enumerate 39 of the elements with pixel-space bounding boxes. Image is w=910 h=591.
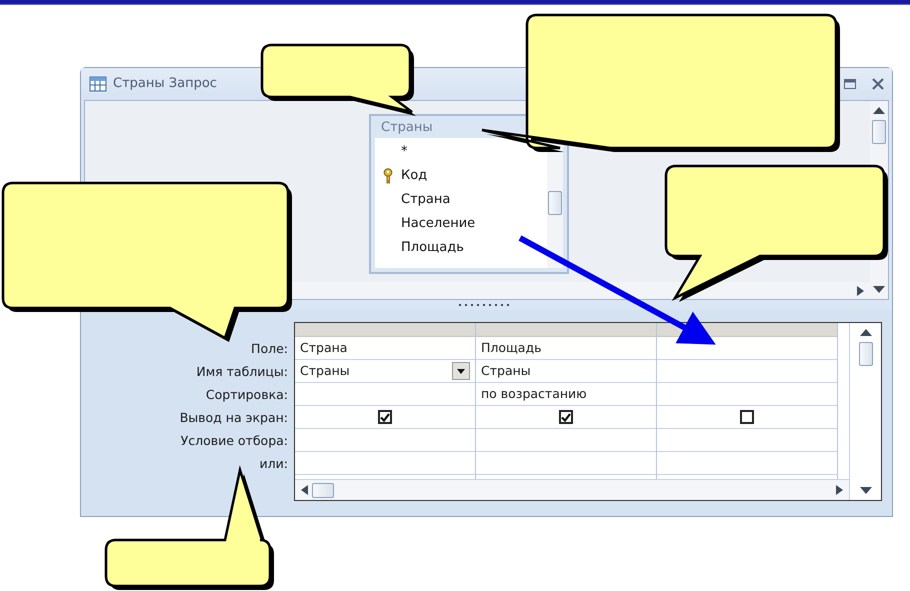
field-name[interactable]: Площадь bbox=[401, 238, 464, 258]
row-label: или: bbox=[260, 455, 288, 473]
caret-icon[interactable] bbox=[457, 368, 465, 374]
checkbox[interactable] bbox=[378, 410, 392, 424]
maximize-icon[interactable] bbox=[844, 79, 856, 89]
table-title: Страны bbox=[380, 119, 434, 137]
scroll-down-icon[interactable] bbox=[873, 286, 885, 293]
row-label: Условие отбора: bbox=[180, 432, 288, 450]
table-field-list[interactable]: Страны * Код Страна Население Площадь bbox=[369, 114, 569, 274]
grid-cell[interactable]: Площадь bbox=[476, 337, 656, 360]
scroll-thumb[interactable] bbox=[858, 342, 872, 366]
window-title: Страны Запрос bbox=[113, 75, 217, 94]
field-name[interactable]: Население bbox=[401, 214, 476, 234]
scroll-left-icon[interactable] bbox=[301, 485, 308, 495]
scrollbar[interactable] bbox=[295, 479, 849, 500]
checkbox[interactable] bbox=[740, 410, 754, 424]
checkbox[interactable] bbox=[559, 410, 573, 424]
row-label: Имя таблицы: bbox=[196, 363, 288, 381]
scroll-right-icon[interactable] bbox=[857, 286, 864, 296]
row-label: Поле: bbox=[251, 340, 288, 358]
query-icon bbox=[89, 76, 107, 92]
scroll-up-icon[interactable] bbox=[860, 329, 872, 336]
field-name[interactable]: Код bbox=[401, 166, 428, 186]
grid-cell[interactable]: Страна bbox=[295, 337, 475, 360]
dropdown-button[interactable] bbox=[452, 362, 470, 380]
scroll-thumb[interactable] bbox=[872, 120, 886, 144]
scroll-thumb[interactable] bbox=[312, 482, 334, 498]
row-label: Вывод на экран: bbox=[180, 409, 288, 427]
scroll-right-icon[interactable] bbox=[836, 485, 843, 495]
grid-cell[interactable]: по возрастанию bbox=[476, 383, 656, 406]
scroll-up-icon[interactable] bbox=[873, 107, 885, 114]
field-name[interactable]: Страна bbox=[401, 190, 450, 210]
grid-cell[interactable]: Страны bbox=[300, 362, 350, 380]
row-label: Сортировка: bbox=[206, 386, 288, 404]
grid-cell[interactable]: Страны bbox=[481, 362, 531, 380]
scroll-down-icon[interactable] bbox=[860, 487, 872, 494]
scroll-thumb[interactable] bbox=[548, 191, 562, 215]
close-icon[interactable] bbox=[872, 78, 884, 90]
field-name[interactable]: * bbox=[401, 142, 408, 162]
